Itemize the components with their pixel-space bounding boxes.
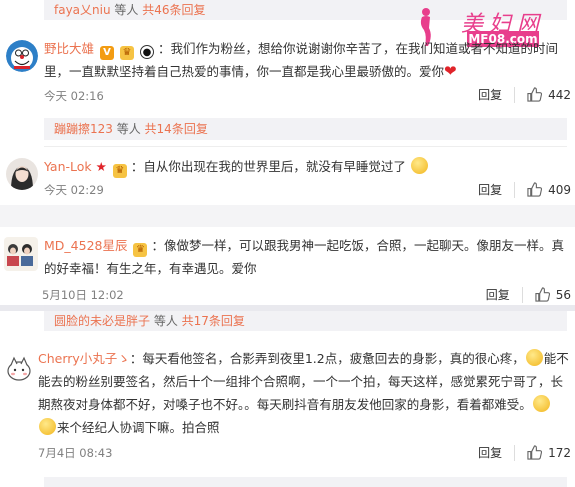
comment-body: Cherry小丸子ゝ：每天看他签名，合影弄到夜里1.2点，疲惫回去的身影，真的很… bbox=[38, 347, 569, 439]
screenshot-seam bbox=[0, 205, 575, 227]
reply-suffix: 等人 bbox=[150, 314, 182, 328]
reply-summary-cut bbox=[44, 477, 567, 487]
reply-count[interactable]: 共17条回复 bbox=[182, 314, 245, 328]
comment-body: Yan-Lok ★ ♛ ：自从你出现在我的世界里后，就没有早睡觉过了 bbox=[44, 155, 569, 178]
crown-badge-icon: ♛ bbox=[112, 164, 127, 178]
comment-username[interactable]: Yan-Lok bbox=[44, 159, 92, 174]
comment-actions: 回复 56 bbox=[486, 286, 571, 303]
vip-badge-icon: V bbox=[100, 46, 114, 60]
reply-button[interactable]: 回复 bbox=[478, 86, 502, 103]
comment-username[interactable]: MD_4528星辰 bbox=[44, 238, 127, 253]
comment-time: 5月10日 12:02 bbox=[42, 288, 124, 302]
like-count: 409 bbox=[548, 182, 571, 197]
comment-panel-3: 圆脸的未必是胖子 等人 共17条回复 Cherry小丸子ゝ：每天看他签名，合影弄… bbox=[0, 311, 575, 487]
comment-time: 今天 02:29 bbox=[44, 183, 104, 197]
sad-emoji-icon bbox=[525, 349, 543, 366]
reply-summary[interactable]: 蹦蹦擦123 等人 共14条回复 bbox=[44, 118, 567, 140]
like-count: 56 bbox=[555, 287, 571, 302]
sad-emoji-icon bbox=[532, 395, 550, 412]
comment-actions: 回复 172 bbox=[478, 444, 571, 461]
avatar[interactable] bbox=[6, 40, 38, 72]
reply-suffix: 等人 bbox=[112, 122, 145, 136]
comment-time: 今天 02:16 bbox=[44, 89, 104, 103]
sad-emoji-icon bbox=[39, 418, 56, 435]
reply-users[interactable]: faya乂niu bbox=[54, 3, 111, 17]
comment-panel-2: MD_4528星辰 ♛ ：像做梦一样，可以跟我男神一起吃饭，合照，一起聊天。像朋… bbox=[0, 227, 575, 305]
thumbs-up-icon[interactable] bbox=[527, 445, 543, 460]
comment-panel-1: faya乂niu 等人 共46条回复 美妇网 MF08.com 野比大雄 V ♛… bbox=[0, 0, 575, 205]
like-count: 442 bbox=[548, 87, 571, 102]
comment-text: ：自从你出现在我的世界里后，就没有早睡觉过了 bbox=[130, 159, 406, 174]
comment-time: 7月4日 08:43 bbox=[38, 446, 113, 460]
reply-summary-top[interactable]: 圆脸的未必是胖子 等人 共17条回复 bbox=[44, 311, 567, 331]
like-count: 172 bbox=[548, 445, 571, 460]
comment-username[interactable]: 野比大雄 bbox=[44, 41, 94, 56]
comment-body: MD_4528星辰 ♛ ：像做梦一样，可以跟我男神一起吃饭，合照，一起聊天。像朋… bbox=[44, 234, 569, 280]
reply-button[interactable]: 回复 bbox=[486, 286, 510, 303]
reply-count[interactable]: 共14条回复 bbox=[145, 122, 208, 136]
star-badge-icon: ★ bbox=[95, 159, 107, 174]
comment-username[interactable]: Cherry小丸子ゝ bbox=[38, 351, 130, 366]
avatar[interactable] bbox=[4, 237, 38, 271]
reply-users[interactable]: 蹦蹦擦123 bbox=[54, 122, 113, 136]
thumbs-up-icon[interactable] bbox=[527, 182, 543, 197]
comment-body: 野比大雄 V ♛ ● ：我们作为粉丝，想给你说谢谢你辛苦了，在我们知道或者不知道… bbox=[44, 37, 569, 83]
reply-button[interactable]: 回复 bbox=[478, 181, 502, 198]
crown-badge-icon: ♛ bbox=[133, 243, 148, 257]
heart-emoji-icon: ❤ bbox=[444, 62, 457, 80]
action-divider bbox=[514, 181, 516, 198]
divider bbox=[44, 146, 567, 147]
avatar[interactable] bbox=[6, 158, 38, 190]
reply-button[interactable]: 回复 bbox=[478, 444, 502, 461]
reply-users[interactable]: 圆脸的未必是胖子 bbox=[54, 314, 150, 328]
thumbs-up-icon[interactable] bbox=[535, 287, 550, 302]
comment-actions: 回复 409 bbox=[478, 181, 571, 198]
comment-actions: 回复 442 bbox=[478, 86, 571, 103]
action-divider bbox=[514, 444, 516, 461]
crown-badge-icon: ♛ bbox=[119, 46, 134, 60]
comment-text-part-1: ：每天看他签名，合影弄到夜里1.2点，疲惫回去的身影，真的很心疼， bbox=[129, 351, 525, 366]
action-divider bbox=[514, 86, 516, 103]
reply-suffix: 等人 bbox=[110, 3, 143, 17]
comment-text-part-3: 来个经纪人协调下嘛。拍合照 bbox=[57, 420, 220, 435]
avatar[interactable] bbox=[4, 353, 34, 383]
reply-count[interactable]: 共46条回复 bbox=[142, 3, 205, 17]
panda-badge-icon: ● bbox=[139, 45, 154, 59]
thumbs-up-icon[interactable] bbox=[527, 87, 543, 102]
action-divider bbox=[521, 286, 523, 303]
laughing-emoji-icon bbox=[410, 157, 428, 174]
